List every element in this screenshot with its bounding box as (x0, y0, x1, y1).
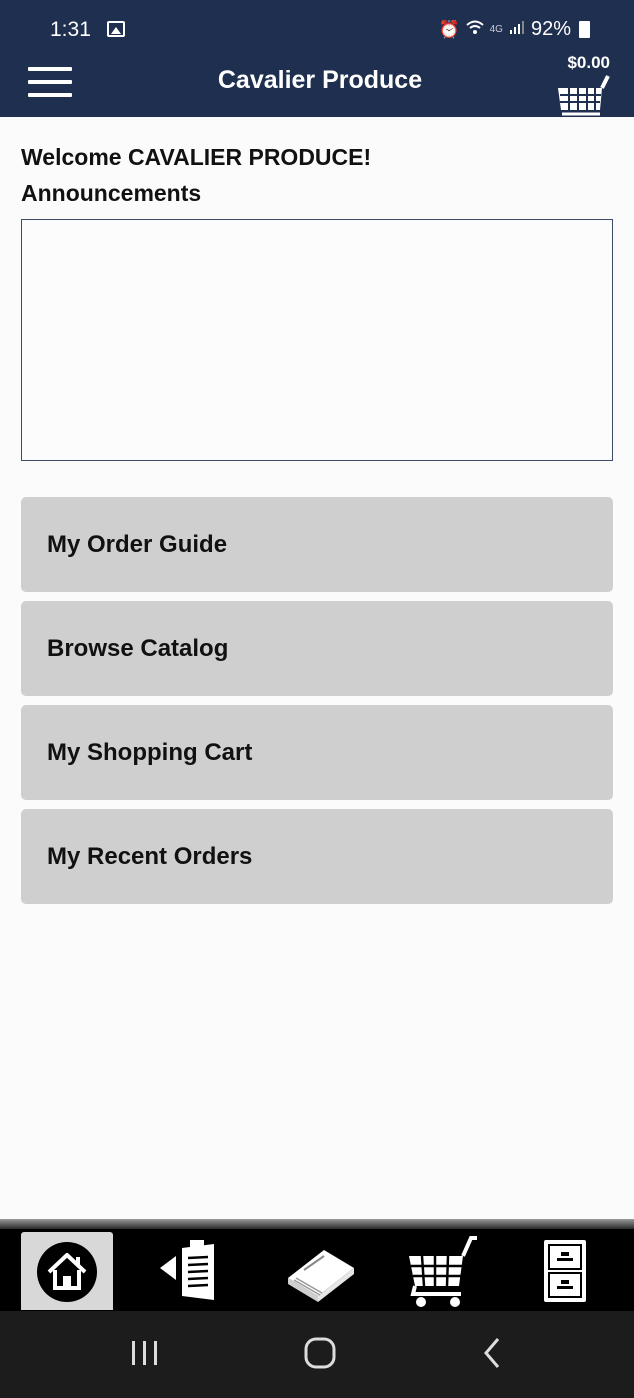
cart-icon[interactable] (556, 74, 612, 118)
order-guide-icon (160, 1240, 214, 1300)
tab-home[interactable] (21, 1232, 113, 1310)
announcements-box[interactable] (21, 219, 613, 461)
battery-percent: 92% (530, 17, 571, 40)
app-header: 1:31 ⏰ 4G 92% Cavalier Produce $0.00 (0, 0, 634, 117)
home-icon (37, 1242, 97, 1302)
gallery-notification-icon (107, 21, 125, 37)
menu-button-label: Browse Catalog (47, 635, 229, 662)
file-cabinet-icon (544, 1240, 586, 1302)
browse-catalog-button[interactable]: Browse Catalog (21, 601, 613, 696)
tab-file-cabinet[interactable] (530, 1232, 600, 1310)
cart-total: $0.00 (567, 53, 610, 72)
wifi-icon (465, 19, 484, 40)
back-icon[interactable] (478, 1331, 508, 1375)
status-bar: 1:31 ⏰ 4G 92% (0, 0, 634, 56)
tab-bar-edge (0, 1219, 634, 1229)
shopping-cart-icon (409, 1236, 477, 1307)
hamburger-menu-icon[interactable] (28, 67, 72, 97)
menu-button-label: My Shopping Cart (47, 739, 253, 766)
signal-icon (509, 18, 525, 41)
status-time: 1:31 (50, 18, 91, 41)
status-icons: ⏰ 4G 92% (438, 17, 590, 41)
menu-button-label: My Order Guide (47, 531, 228, 558)
my-order-guide-button[interactable]: My Order Guide (21, 497, 613, 592)
tab-catalog[interactable] (280, 1232, 360, 1310)
announcements-heading: Announcements (21, 180, 202, 206)
network-type: 4G (489, 23, 503, 35)
recent-apps-icon[interactable] (128, 1331, 162, 1375)
my-recent-orders-button[interactable]: My Recent Orders (21, 809, 613, 904)
alarm-icon: ⏰ (438, 19, 460, 39)
menu-button-label: My Recent Orders (47, 843, 253, 870)
home-button-icon[interactable] (300, 1331, 340, 1375)
catalog-book-icon (288, 1250, 354, 1302)
tab-shopping-cart[interactable] (405, 1232, 485, 1310)
page-title: Cavalier Produce (217, 66, 423, 94)
battery-icon (579, 20, 590, 38)
my-shopping-cart-button[interactable]: My Shopping Cart (21, 705, 613, 800)
welcome-message: Welcome CAVALIER PRODUCE! (21, 144, 372, 170)
tab-order-guide[interactable] (150, 1232, 230, 1310)
